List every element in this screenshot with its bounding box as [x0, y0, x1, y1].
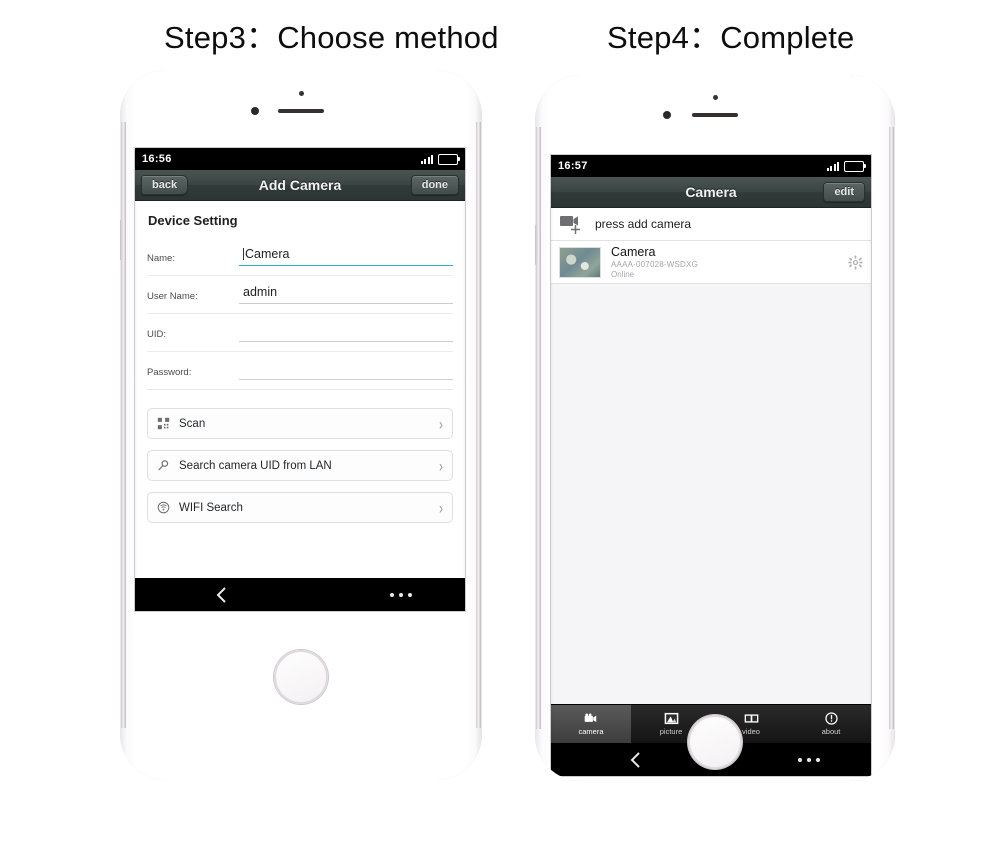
- phone1-earpiece-speaker: [278, 109, 324, 113]
- phone1-android-softkeys: [135, 578, 465, 611]
- step4-heading: Step4：Complete: [607, 20, 855, 55]
- chevron-right-icon: ›: [439, 498, 443, 517]
- phone-device-step3: 16:56 back Add Camera done Device Settin…: [120, 70, 482, 780]
- qr-scan-icon: [157, 417, 170, 430]
- step3-heading: Step3：Choose method: [164, 20, 499, 55]
- about-icon: [824, 712, 838, 725]
- field-label-name: Name:: [147, 253, 175, 264]
- chevron-right-icon: ›: [439, 456, 443, 475]
- password-input[interactable]: [239, 361, 453, 380]
- phone2-ambient-sensor-icon: [713, 95, 718, 100]
- field-name: Name: Camera: [147, 238, 453, 276]
- scan-button-label: Scan: [179, 417, 206, 430]
- press-add-camera-row[interactable]: press add camera: [551, 208, 871, 241]
- magnifier-icon: [158, 460, 169, 471]
- phone2-front-camera-icon: [663, 111, 671, 119]
- field-password: Password:: [147, 352, 453, 390]
- tab-picture-label: picture: [659, 727, 683, 736]
- camera-item-meta: Camera AAAA-007028-WSDXG Online: [601, 245, 848, 280]
- field-label-password: Password:: [147, 367, 192, 378]
- search-lan-button[interactable]: Search camera UID from LAN ›: [147, 450, 453, 481]
- phone1-screen: 16:56 back Add Camera done Device Settin…: [135, 148, 465, 611]
- name-input[interactable]: Camera: [239, 247, 453, 266]
- chevron-left-icon[interactable]: [214, 585, 230, 605]
- phone1-status-bar: 16:56: [135, 148, 465, 170]
- phone2-earpiece-speaker: [692, 113, 738, 117]
- phone1-left-rail: [121, 122, 126, 728]
- device-setting-form: Device Setting Name: Camera User Name: a…: [135, 201, 465, 523]
- camera-snapshot-thumbnail: [559, 246, 601, 278]
- camera-icon: [584, 713, 596, 723]
- tab-about-label: about: [821, 727, 841, 736]
- wifi-search-button-label: WIFI Search: [179, 501, 243, 514]
- phone1-status-time: 16:56: [142, 153, 172, 165]
- tab-video-label: video: [742, 727, 760, 736]
- phone2-left-rail: [536, 127, 541, 729]
- scan-button[interactable]: Scan ›: [147, 408, 453, 439]
- camera-item-uid: AAAA-007028-WSDXG: [611, 259, 698, 269]
- phone2-home-button[interactable]: [688, 715, 742, 769]
- camera-list-item[interactable]: Camera AAAA-007028-WSDXG Online: [551, 241, 871, 284]
- phone1-home-button[interactable]: [274, 650, 328, 704]
- video-camera-plus-icon: [560, 216, 580, 234]
- name-input-value: Camera: [245, 247, 290, 261]
- phone2-navigation-bar: Camera edit: [551, 177, 871, 208]
- done-button[interactable]: done: [410, 175, 459, 195]
- camera-item-status: Online: [611, 269, 635, 279]
- more-dots-icon[interactable]: [390, 592, 413, 597]
- phone2-volume-button: [535, 225, 538, 265]
- phone2-status-bar: 16:57: [551, 155, 871, 177]
- camera-item-name: Camera: [611, 244, 656, 259]
- wifi-search-button[interactable]: WIFI Search ›: [147, 492, 453, 523]
- back-button[interactable]: back: [141, 175, 189, 195]
- section-title-device-setting: Device Setting: [148, 213, 238, 228]
- wifi-icon: [157, 501, 170, 514]
- search-lan-button-label: Search camera UID from LAN: [179, 459, 332, 472]
- picture-icon: [664, 712, 678, 725]
- gear-icon[interactable]: [848, 254, 863, 270]
- tab-about[interactable]: about: [791, 705, 871, 743]
- field-username: User Name: admin: [147, 276, 453, 314]
- phone-device-step4: 16:57 Camera edit press add camera Camer…: [535, 75, 895, 781]
- uid-input[interactable]: [239, 323, 453, 342]
- edit-button[interactable]: edit: [823, 182, 865, 202]
- username-input[interactable]: admin: [239, 285, 453, 304]
- method-action-list: Scan › Search camera UID from LAN › WIFI…: [147, 408, 453, 523]
- phone2-screen: 16:57 Camera edit press add camera Camer…: [551, 155, 871, 776]
- phone2-right-rail: [889, 127, 894, 729]
- phone2-status-time: 16:57: [558, 160, 588, 172]
- camera-list: press add camera Camera AAAA-007028-WSDX…: [551, 208, 871, 776]
- tab-camera[interactable]: camera: [551, 705, 631, 743]
- field-label-username: User Name:: [147, 291, 198, 302]
- tab-camera-label: camera: [578, 727, 604, 736]
- phone1-front-camera-icon: [251, 107, 259, 115]
- phone1-ambient-sensor-icon: [299, 91, 304, 96]
- press-add-camera-label: press add camera: [595, 217, 692, 231]
- phone1-navigation-bar: back Add Camera done: [135, 170, 465, 201]
- battery-icon: [844, 160, 866, 172]
- battery-icon: [438, 153, 460, 165]
- chevron-right-icon: ›: [439, 414, 443, 433]
- field-uid: UID:: [147, 314, 453, 352]
- signal-bars-icon: [420, 154, 433, 164]
- phone1-right-rail: [476, 122, 481, 728]
- chevron-left-icon[interactable]: [628, 750, 644, 770]
- video-icon: [744, 714, 758, 723]
- signal-bars-icon: [826, 161, 839, 171]
- field-label-uid: UID:: [147, 329, 166, 340]
- phone1-volume-button: [120, 220, 123, 260]
- more-dots-icon[interactable]: [797, 757, 820, 762]
